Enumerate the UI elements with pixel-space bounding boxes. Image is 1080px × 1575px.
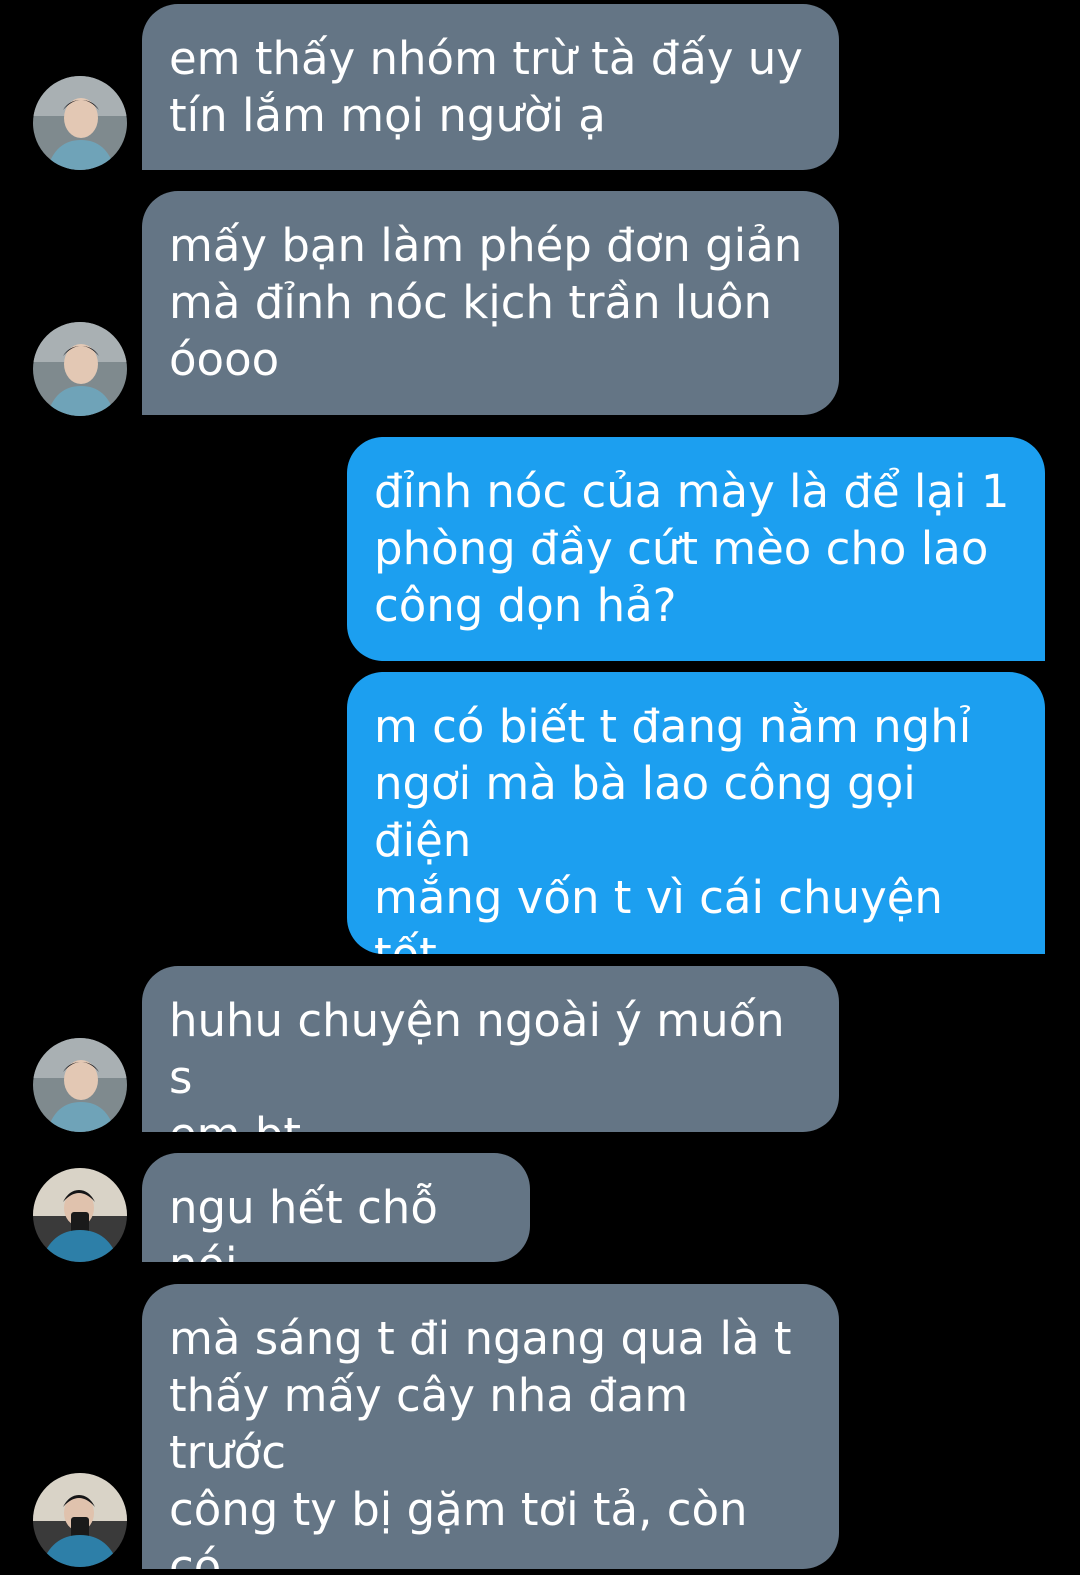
contact-avatar[interactable] [33, 1473, 127, 1567]
incoming-message-bubble[interactable]: ngu hết chỗ nói [142, 1153, 530, 1262]
outgoing-message-bubble[interactable]: m có biết t đang nằm nghỉ ngơi mà bà lao… [347, 672, 1045, 954]
chat-thread: em thấy nhóm trừ tà đấy uy tín lắm mọi n… [0, 0, 1080, 1575]
contact-avatar[interactable] [33, 322, 127, 416]
contact-avatar[interactable] [33, 1168, 127, 1262]
incoming-message-bubble[interactable]: huhu chuyện ngoài ý muốn s em bt [142, 966, 839, 1132]
incoming-message-bubble[interactable]: em thấy nhóm trừ tà đấy uy tín lắm mọi n… [142, 4, 839, 170]
contact-avatar[interactable] [33, 76, 127, 170]
outgoing-message-bubble[interactable]: đỉnh nóc của mày là để lại 1 phòng đầy c… [347, 437, 1045, 661]
contact-avatar[interactable] [33, 1038, 127, 1132]
incoming-message-bubble[interactable]: mà sáng t đi ngang qua là t thấy mấy cây… [142, 1284, 839, 1569]
incoming-message-bubble[interactable]: mấy bạn làm phép đơn giản mà đỉnh nóc kị… [142, 191, 839, 415]
